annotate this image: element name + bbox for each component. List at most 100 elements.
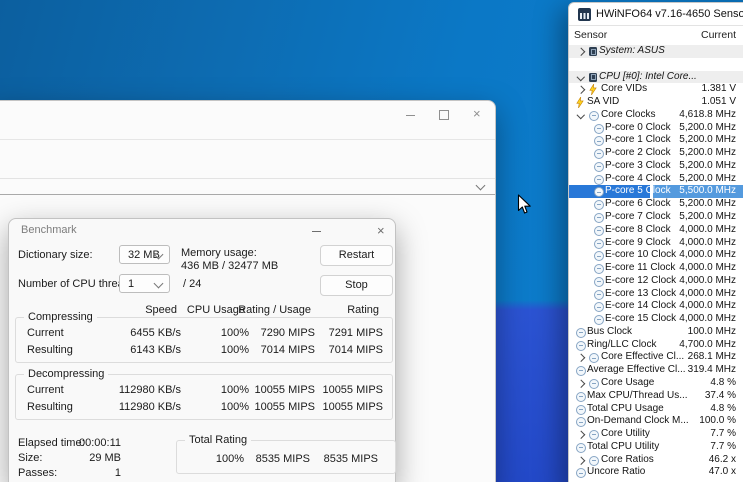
memory-usage-value: 436 MB / 32477 MB	[181, 260, 279, 272]
sensor-row[interactable]: P-core 5 Clock 5,500.0 MHz	[569, 185, 743, 199]
sensor-row[interactable]: Ring/LLC Clock 4,700.0 MHz	[569, 339, 743, 352]
chevron-right-icon[interactable]	[576, 456, 585, 465]
chevron-right-icon[interactable]	[576, 86, 585, 94]
sensor-row[interactable]: P-core 7 Clock 5,200.0 MHz	[569, 211, 743, 224]
sensor-row[interactable]: Core Usage 4.8 %	[569, 377, 743, 390]
row-label: Current	[27, 384, 64, 396]
chevron-right-icon[interactable]	[576, 430, 585, 439]
column-header-sensor[interactable]: Sensor	[574, 29, 607, 41]
sensor-value: 4,000.0 MHz	[679, 249, 736, 261]
row-value: 10055 MIPS	[322, 401, 383, 413]
stop-button[interactable]: Stop	[320, 275, 393, 296]
sensor-row[interactable]: P-core 0 Clock 5,200.0 MHz	[569, 122, 743, 135]
clock-icon	[589, 430, 599, 441]
sensor-row[interactable]: CPU [#0]: Intel Core...	[569, 70, 743, 84]
chevron-right-icon[interactable]	[576, 379, 585, 388]
sensor-value: 100.0 %	[699, 415, 736, 427]
clock-icon	[589, 455, 599, 466]
sensor-row[interactable]: E-core 11 Clock 4,000.0 MHz	[569, 262, 743, 275]
chevron-right-icon[interactable]	[576, 47, 585, 56]
row-value: 7014 MIPS	[260, 344, 315, 356]
clock-icon	[594, 289, 604, 300]
sensor-value: 4,000.0 MHz	[679, 262, 736, 274]
sensor-label: P-core 4 Clock	[605, 172, 671, 184]
sensor-label: Core Usage	[601, 377, 655, 389]
address-combobox[interactable]	[0, 178, 495, 194]
sensor-value: 319.4 MHz	[687, 364, 736, 376]
sensor-label: P-core 5 Clock	[605, 185, 671, 197]
benchmark-window: Benchmark × Dictionary size: 32 MB Memor…	[8, 218, 396, 482]
sensor-row[interactable]: E-core 12 Clock 4,000.0 MHz	[569, 275, 743, 288]
clock-icon	[589, 110, 599, 121]
sensor-value: 7.7 %	[710, 428, 736, 440]
sensor-row[interactable]: Core VIDs 1.381 V	[569, 83, 743, 96]
sensor-row[interactable]: E-core 9 Clock 4,000.0 MHz	[569, 237, 743, 250]
sensor-row[interactable]: Uncore Ratio 47.0 x	[569, 466, 743, 479]
sensor-value: 4.8 %	[710, 377, 736, 389]
sensor-row[interactable]: P-core 3 Clock 5,200.0 MHz	[569, 160, 743, 173]
sensor-row[interactable]: E-core 10 Clock 4,000.0 MHz	[569, 249, 743, 262]
sensor-value: 5,200.0 MHz	[679, 159, 736, 171]
addressbar-separator-bottom	[0, 194, 495, 195]
sensor-row[interactable]: Bus Clock 100.0 MHz	[569, 326, 743, 339]
sensor-value: 4,000.0 MHz	[679, 313, 736, 325]
close-icon[interactable]: ×	[377, 224, 385, 237]
sensor-row[interactable]: P-core 6 Clock 5,200.0 MHz	[569, 198, 743, 211]
dictionary-size-select[interactable]: 32 MB	[119, 245, 170, 264]
minimize-icon[interactable]	[312, 231, 321, 232]
sensor-row[interactable]: P-core 1 Clock 5,200.0 MHz	[569, 134, 743, 147]
sensor-value: 1.381 V	[701, 83, 736, 95]
table-header-rating-usage: Rating / Usage	[238, 304, 311, 316]
sensor-row[interactable]: E-core 8 Clock 4,000.0 MHz	[569, 224, 743, 237]
sensor-row[interactable]: E-core 15 Clock 4,000.0 MHz	[569, 313, 743, 326]
hwinfo-titlebar[interactable]: HWiNFO64 v7.16-4650 Sensor Status	[569, 3, 743, 26]
chevron-down-icon[interactable]	[576, 110, 585, 119]
mouse-cursor	[517, 194, 531, 214]
cpu-threads-select[interactable]: 1	[119, 274, 170, 293]
sensor-label: Core VIDs	[601, 83, 648, 95]
sensor-row[interactable]: P-core 4 Clock 5,200.0 MHz	[569, 173, 743, 186]
sensor-row[interactable]: Core Clocks 4,618.8 MHz	[569, 109, 743, 122]
chevron-right-icon[interactable]	[576, 354, 585, 363]
maximize-icon[interactable]	[439, 110, 449, 120]
row-value: 6143 KB/s	[130, 344, 181, 356]
sensor-row[interactable]: Core Ratios 46.2 x	[569, 454, 743, 467]
sensor-label: Core Effective Cl...	[601, 351, 685, 363]
clock-icon	[594, 276, 604, 287]
sensor-label: Uncore Ratio	[587, 466, 646, 478]
sensor-value: 4,618.8 MHz	[679, 108, 736, 120]
total-rating-usage: 8535 MIPS	[255, 453, 310, 465]
clock-icon	[576, 391, 586, 402]
sensor-value: 7.7 %	[710, 440, 736, 452]
sensor-row[interactable]: E-core 13 Clock 4,000.0 MHz	[569, 288, 743, 301]
sensor-row[interactable]: Core Utility 7.7 %	[569, 428, 743, 441]
sensor-row[interactable]: Core Effective Cl... 268.1 MHz	[569, 351, 743, 364]
sensor-row[interactable]: Average Effective Cl... 319.4 MHz	[569, 364, 743, 377]
sensor-label: Core Clocks	[601, 108, 656, 120]
sensor-value: 100.0 MHz	[687, 325, 736, 337]
column-header-current[interactable]: Current	[701, 29, 736, 41]
toolbar-separator	[0, 139, 495, 140]
restart-button[interactable]: Restart	[320, 245, 393, 266]
sensor-row[interactable]: Total CPU Usage 4.8 %	[569, 403, 743, 416]
clock-icon	[594, 174, 604, 185]
sensor-row[interactable]: P-core 2 Clock 5,200.0 MHz	[569, 147, 743, 160]
row-value: 10055 MIPS	[322, 384, 383, 396]
background-window-titlebar[interactable]	[0, 101, 495, 139]
chip-icon	[589, 47, 597, 56]
clock-icon	[576, 442, 586, 453]
close-icon[interactable]: ×	[473, 107, 481, 120]
clock-icon	[594, 315, 604, 326]
chevron-down-icon[interactable]	[576, 72, 585, 81]
sensor-row-spacer	[569, 58, 743, 71]
minimize-icon[interactable]	[406, 115, 415, 116]
table-header-speed: Speed	[145, 304, 177, 316]
sensor-row[interactable]: On-Demand Clock M... 100.0 %	[569, 415, 743, 428]
clock-icon	[589, 379, 599, 390]
sensor-row[interactable]: SA VID 1.051 V	[569, 96, 743, 109]
sensor-row[interactable]: System: ASUS	[569, 45, 743, 58]
sensor-row[interactable]: Max CPU/Thread Us... 37.4 %	[569, 390, 743, 403]
sensor-row[interactable]: Total CPU Utility 7.7 %	[569, 441, 743, 454]
chevron-down-icon[interactable]	[475, 180, 486, 191]
sensor-row[interactable]: E-core 14 Clock 4,000.0 MHz	[569, 300, 743, 313]
